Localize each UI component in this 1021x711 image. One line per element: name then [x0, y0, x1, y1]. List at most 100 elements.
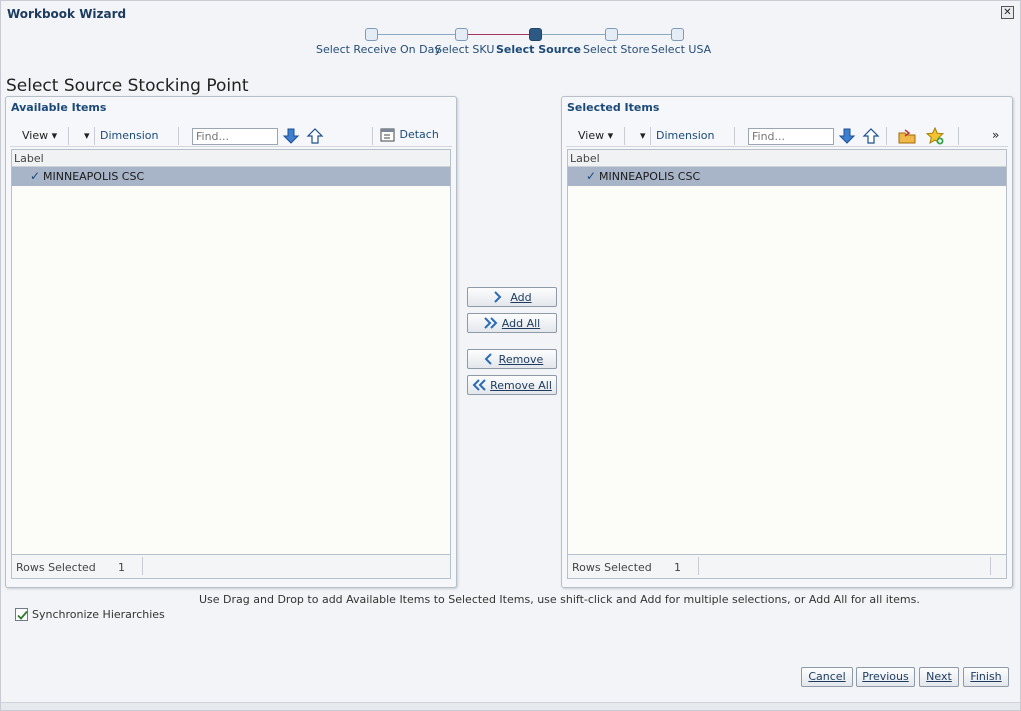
detach-icon — [380, 128, 395, 142]
view-menu-label: View — [22, 129, 49, 142]
detach-label: Detach — [399, 128, 439, 141]
table-row[interactable]: ✓ MINNEAPOLIS CSC — [12, 167, 450, 186]
dimension-dropdown-icon[interactable]: ▾ — [640, 129, 646, 142]
wizard-train: Select Receive On Day Select SKU Select … — [311, 27, 711, 63]
rows-selected-label: Rows Selected — [16, 561, 96, 574]
train-label-receive-on-day[interactable]: Select Receive On Day — [316, 43, 441, 56]
available-toolbar: View ▾ ▾ Dimension Detach — [10, 125, 452, 147]
close-button[interactable]: ✕ — [1001, 6, 1014, 19]
train-stop-receive-on-day[interactable] — [365, 28, 378, 41]
toolbar-separator — [178, 127, 179, 145]
dimension-button[interactable]: Dimension — [100, 129, 158, 142]
add-favorite-star-icon[interactable] — [926, 127, 944, 145]
toolbar-separator — [958, 127, 959, 145]
find-next-arrow-down-icon[interactable] — [282, 127, 300, 145]
train-stop-store[interactable] — [605, 28, 618, 41]
toolbar-separator — [650, 127, 651, 145]
available-find-input[interactable] — [192, 128, 278, 145]
checkmark-icon: ✓ — [586, 169, 597, 183]
selected-toolbar: View ▾ ▾ Dimension » — [566, 125, 1008, 147]
toolbar-separator — [624, 127, 625, 145]
previous-label: Previous — [862, 670, 909, 683]
column-header-label[interactable]: Label — [568, 150, 1006, 167]
selected-items-panel: Selected Items View ▾ ▾ Dimension » Labe… — [561, 96, 1013, 588]
status-separator — [698, 557, 699, 575]
rows-selected-count: 1 — [674, 561, 681, 574]
selected-items-table: Label ✓ MINNEAPOLIS CSC — [567, 149, 1007, 555]
available-items-table: Label ✓ MINNEAPOLIS CSC — [11, 149, 451, 555]
rows-selected-count: 1 — [118, 561, 125, 574]
chevron-left-icon — [484, 353, 492, 365]
synchronize-hierarchies-label[interactable]: Synchronize Hierarchies — [32, 608, 165, 621]
status-separator — [990, 557, 991, 575]
finish-button[interactable]: Finish — [963, 667, 1009, 687]
find-next-arrow-down-icon[interactable] — [838, 127, 856, 145]
train-label-store[interactable]: Select Store — [583, 43, 650, 56]
train-connector — [375, 34, 457, 35]
title-bar: Workbook Wizard ✕ — [1, 1, 1020, 27]
detach-button[interactable]: Detach — [380, 127, 439, 143]
add-label: Add — [510, 290, 532, 304]
row-label: MINNEAPOLIS CSC — [43, 170, 145, 183]
find-previous-arrow-up-icon[interactable] — [306, 127, 324, 145]
train-label-usa[interactable]: Select USA — [651, 43, 711, 56]
dialog-title: Workbook Wizard — [7, 7, 127, 21]
table-row[interactable]: ✓ MINNEAPOLIS CSC — [568, 167, 1006, 186]
remove-all-label: Remove All — [490, 378, 552, 392]
double-chevron-left-icon — [472, 379, 486, 391]
train-label-source: Select Source — [496, 43, 581, 56]
view-menu[interactable]: View ▾ — [22, 129, 57, 142]
column-header-label[interactable]: Label — [12, 150, 450, 167]
toolbar-separator — [372, 127, 373, 145]
previous-button[interactable]: Previous — [856, 667, 915, 687]
cancel-button[interactable]: Cancel — [801, 667, 853, 687]
view-menu-label: View — [578, 129, 605, 142]
status-separator — [142, 557, 143, 575]
train-connector — [617, 34, 673, 35]
page-title: Select Source Stocking Point — [6, 76, 249, 96]
train-label-sku[interactable]: Select SKU — [435, 43, 494, 56]
view-menu[interactable]: View ▾ — [578, 129, 613, 142]
close-icon: ✕ — [1003, 7, 1012, 18]
dimension-button[interactable]: Dimension — [656, 129, 714, 142]
next-label: Next — [926, 670, 952, 683]
instruction-text: Use Drag and Drop to add Available Items… — [199, 593, 920, 606]
toolbar-separator — [68, 127, 69, 145]
rows-selected-label: Rows Selected — [572, 561, 652, 574]
add-button[interactable]: Add — [467, 287, 557, 307]
checkmark-icon: ✓ — [30, 169, 41, 183]
synchronize-hierarchies-checkbox[interactable] — [15, 608, 28, 621]
add-all-label: Add All — [501, 316, 541, 330]
resize-strip — [1, 702, 1020, 710]
add-all-button[interactable]: Add All — [467, 313, 557, 333]
checkmark-icon — [17, 610, 28, 620]
selected-items-header: Selected Items — [567, 101, 660, 114]
train-stop-source — [529, 28, 542, 41]
toolbar-overflow-button[interactable]: » — [992, 128, 999, 142]
train-connector — [541, 34, 607, 35]
remove-all-button[interactable]: Remove All — [467, 375, 557, 395]
available-items-panel: Available Items View ▾ ▾ Dimension Detac… — [5, 96, 457, 588]
chevron-right-icon — [494, 291, 502, 303]
dimension-dropdown-icon[interactable]: ▾ — [84, 129, 90, 142]
remove-label: Remove — [498, 352, 544, 366]
workbook-wizard-dialog: Workbook Wizard ✕ Select Receive On Day … — [0, 0, 1021, 711]
train-connector — [467, 34, 531, 35]
available-status-bar: Rows Selected 1 — [11, 555, 451, 579]
double-chevron-right-icon — [484, 317, 498, 329]
find-previous-arrow-up-icon[interactable] — [862, 127, 880, 145]
finish-label: Finish — [970, 670, 1002, 683]
selected-find-input[interactable] — [748, 128, 834, 145]
toolbar-separator — [734, 127, 735, 145]
train-stop-usa[interactable] — [671, 28, 684, 41]
available-items-header: Available Items — [11, 101, 107, 114]
toolbar-separator — [886, 127, 887, 145]
synchronize-hierarchies-option[interactable]: Synchronize Hierarchies — [15, 608, 165, 621]
train-stop-sku[interactable] — [455, 28, 468, 41]
dropdown-arrow-icon: ▾ — [607, 129, 614, 142]
next-button[interactable]: Next — [919, 667, 959, 687]
folder-open-icon[interactable] — [898, 127, 916, 145]
cancel-label: Cancel — [808, 670, 846, 683]
row-label: MINNEAPOLIS CSC — [599, 170, 701, 183]
remove-button[interactable]: Remove — [467, 349, 557, 369]
